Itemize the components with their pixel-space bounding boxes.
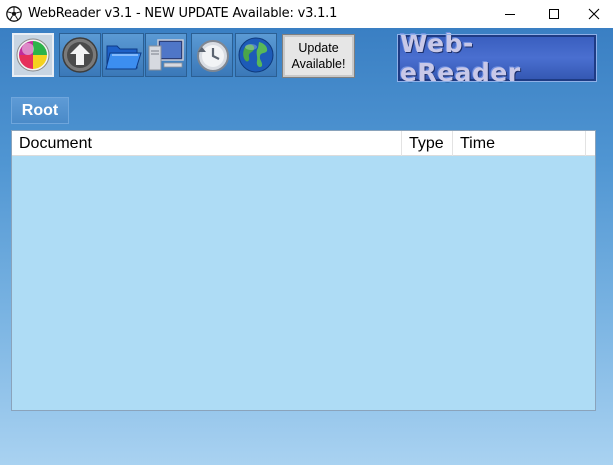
- history-icon: [197, 40, 229, 72]
- maximize-icon: [549, 9, 559, 19]
- column-type-label: Type: [409, 134, 444, 152]
- document-list[interactable]: Document Type Time: [11, 130, 596, 411]
- color-wheel-icon: [16, 38, 50, 72]
- column-header-time[interactable]: Time: [453, 131, 586, 156]
- update-available-button[interactable]: Update Available!: [282, 34, 355, 78]
- globe-icon: [238, 37, 274, 73]
- column-time-label: Time: [460, 134, 495, 152]
- maximize-button[interactable]: [531, 0, 577, 28]
- logo-text: Web-eReader: [400, 29, 521, 87]
- main-window: Update Available! Web-eReader Root Docum…: [0, 28, 613, 465]
- soccer-ball-icon: [6, 6, 22, 22]
- update-label-line1: Update: [298, 41, 339, 55]
- up-arrow-icon: [62, 37, 98, 73]
- breadcrumb-root[interactable]: Root: [11, 97, 69, 124]
- column-header-document[interactable]: Document: [12, 131, 402, 156]
- minimize-button[interactable]: [487, 0, 533, 28]
- up-folder-button[interactable]: [59, 33, 101, 77]
- minimize-icon: [505, 14, 515, 15]
- table-header: Document Type Time: [12, 131, 595, 156]
- title-bar: WebReader v3.1 - NEW UPDATE Available: v…: [0, 0, 613, 28]
- column-header-type[interactable]: Type: [402, 131, 453, 156]
- computer-icon: [148, 39, 184, 71]
- column-document-label: Document: [19, 134, 92, 152]
- window-title: WebReader v3.1 - NEW UPDATE Available: v…: [28, 6, 338, 21]
- computer-button[interactable]: [145, 33, 187, 77]
- open-folder-icon: [105, 45, 142, 70]
- open-folder-button[interactable]: [102, 33, 144, 77]
- web-button[interactable]: [235, 33, 277, 77]
- web-ereader-logo: Web-eReader: [397, 29, 597, 87]
- update-label-line2: Available!: [291, 57, 346, 71]
- close-icon: [588, 8, 600, 20]
- history-button[interactable]: [191, 33, 233, 77]
- breadcrumb-label: Root: [21, 101, 59, 119]
- close-button[interactable]: [575, 0, 613, 28]
- color-settings-button[interactable]: [12, 33, 54, 77]
